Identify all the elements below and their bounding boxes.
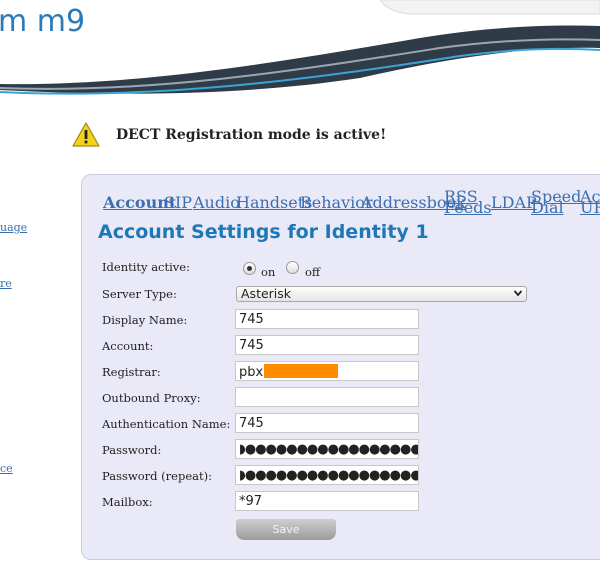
tab-audio[interactable]: Audio	[193, 195, 240, 211]
tab-label-line: Dial	[531, 198, 564, 217]
identity-active-off-radio[interactable]	[286, 261, 299, 274]
brand-logo: m m9	[0, 4, 86, 39]
left-nav-language-link[interactable]: uage	[0, 221, 27, 234]
registrar-label: Registrar:	[102, 365, 161, 379]
left-nav-item-link[interactable]: ce	[0, 462, 13, 475]
display-name-label: Display Name:	[102, 313, 188, 327]
radio-off-label: off	[305, 265, 321, 279]
tab-ldap[interactable]: LDAP	[491, 195, 537, 211]
left-nav-item-link[interactable]: re	[0, 277, 12, 290]
auth-name-field[interactable]: 745	[235, 413, 419, 433]
header-swoosh-graphic	[0, 0, 600, 95]
auth-name-label: Authentication Name:	[102, 417, 231, 431]
password-repeat-label: Password (repeat):	[102, 469, 212, 483]
tab-label-line: Feeds	[444, 198, 492, 217]
password-field[interactable]: ◗●●●●●●●●●●●●●●●●●●●	[235, 439, 419, 459]
notice-text: DECT Registration mode is active!	[116, 127, 387, 143]
password-repeat-field[interactable]: ◗●●●●●●●●●●●●●●●●●●●	[235, 465, 419, 485]
outbound-proxy-field[interactable]	[235, 387, 419, 407]
radio-on-label: on	[261, 265, 276, 279]
account-label: Account:	[102, 339, 154, 353]
tab-action-url[interactable]: ActURL	[580, 189, 600, 216]
server-type-select[interactable]: Asterisk	[236, 286, 527, 302]
registrar-field[interactable]: pbx	[235, 361, 419, 381]
tab-sip[interactable]: SIP	[164, 195, 192, 211]
tab-speed-dial[interactable]: Speed Dial	[531, 189, 581, 216]
page-title: Account Settings for Identity 1	[98, 221, 429, 243]
identity-active-on-radio[interactable]	[243, 262, 256, 275]
identity-active-label: Identity active:	[102, 260, 190, 274]
outbound-proxy-label: Outbound Proxy:	[102, 391, 201, 405]
password-label: Password:	[102, 443, 162, 457]
account-field[interactable]: 745	[235, 335, 419, 355]
save-button[interactable]: Save	[236, 519, 336, 540]
chevron-down-icon	[513, 290, 523, 297]
warning-icon	[72, 122, 100, 147]
mailbox-field[interactable]: *97	[235, 491, 419, 511]
redaction-box	[264, 364, 339, 378]
display-name-field[interactable]: 745	[235, 309, 419, 329]
tab-label-line: URL	[580, 198, 600, 217]
tab-rss-feeds[interactable]: RSS Feeds	[444, 189, 492, 216]
dect-registration-notice: DECT Registration mode is active!	[72, 122, 386, 148]
registrar-value: pbx	[239, 365, 264, 380]
mailbox-label: Mailbox:	[102, 495, 153, 509]
server-type-value: Asterisk	[241, 286, 292, 301]
server-type-label: Server Type:	[102, 287, 177, 301]
